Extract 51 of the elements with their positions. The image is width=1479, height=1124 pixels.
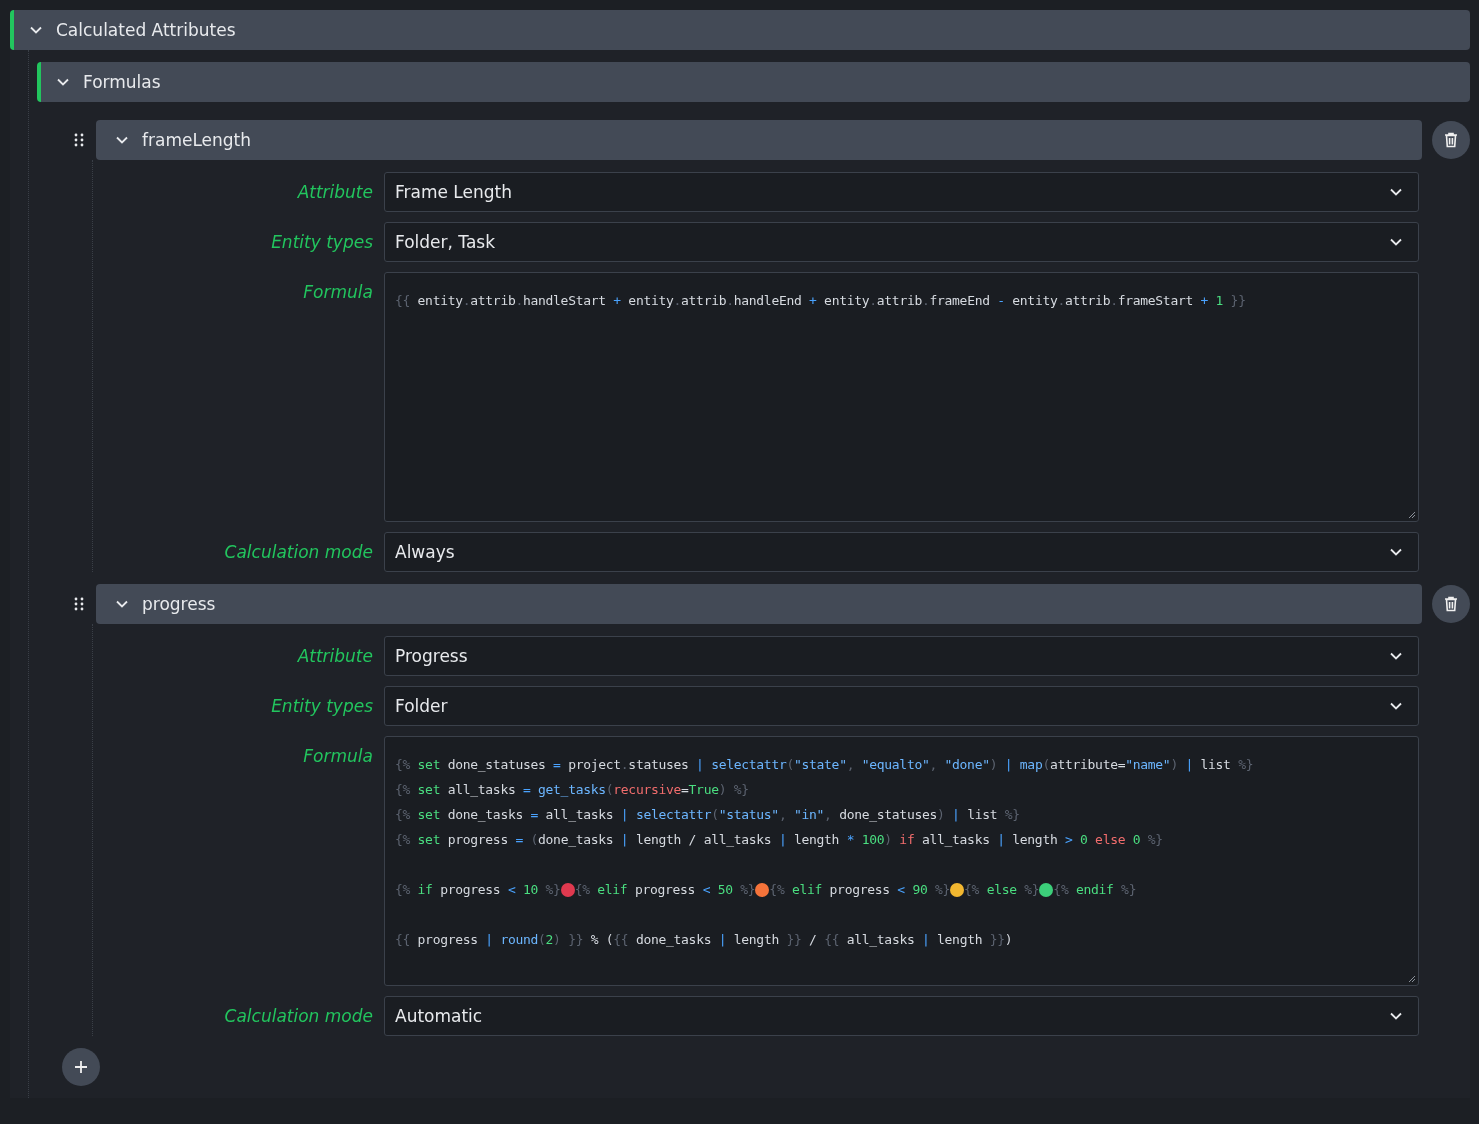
item-header[interactable]: frameLength xyxy=(96,120,1422,160)
resize-grip-icon[interactable] xyxy=(1408,975,1416,983)
field-label: Formula xyxy=(302,281,373,304)
caret-icon xyxy=(1390,702,1402,710)
delete-button[interactable] xyxy=(1432,585,1470,623)
chevron-icon xyxy=(116,136,128,144)
chevron-icon xyxy=(116,600,128,608)
item-title: progress xyxy=(142,594,216,614)
trash-icon xyxy=(1444,596,1458,612)
drag-handle-icon[interactable] xyxy=(74,597,84,611)
section-header[interactable]: Calculated Attributes xyxy=(10,10,1470,50)
item-header[interactable]: progress xyxy=(96,584,1422,624)
caret-icon xyxy=(1390,652,1402,660)
resize-grip-icon[interactable] xyxy=(1408,511,1416,519)
code-line: {% if progress < 10 %} {% elif progress < 50 %} {% elif progress < 90 %} {% else %} {% endif %} xyxy=(395,881,1138,899)
dropdown[interactable]: Folder, Task xyxy=(384,222,1419,262)
code-line: {% set progress = (done_tasks | length / all_tasks | length * 100) if all_tasks | length > 0 else 0 %} xyxy=(395,831,1164,849)
caret-icon xyxy=(1390,238,1402,246)
code-line: {% set done_tasks = all_tasks | selectattr("status", "in", done_statuses) | list %} xyxy=(395,806,1021,824)
field-label: Formula xyxy=(302,745,373,768)
field-label: Attribute xyxy=(296,181,373,204)
item-title: frameLength xyxy=(142,130,252,150)
dropdown[interactable]: Automatic xyxy=(384,996,1419,1036)
caret-icon xyxy=(1390,188,1402,196)
dropdown[interactable]: Always xyxy=(384,532,1419,572)
field-label: Calculation mode xyxy=(223,541,373,564)
drag-handle-icon[interactable] xyxy=(74,133,84,147)
section-title: Calculated Attributes xyxy=(56,20,236,40)
dropdown[interactable]: Folder xyxy=(384,686,1419,726)
group-header[interactable]: Formulas xyxy=(37,62,1470,102)
code-line: {% set all_tasks = get_tasks(recursive=True) %} xyxy=(395,781,750,799)
group-title: Formulas xyxy=(83,72,161,92)
code-editor[interactable] xyxy=(384,736,1419,986)
caret-icon xyxy=(1390,548,1402,556)
field-label: Entity types xyxy=(270,695,373,718)
plus-icon xyxy=(74,1060,88,1074)
chevron-icon xyxy=(30,26,42,34)
code-editor[interactable]: {{ entity.attrib.handleStart + entity.attrib.handleEnd + entity.attrib.frameEnd - entity.attrib.frameStart + 1 }} xyxy=(384,272,1419,522)
field-label: Calculation mode xyxy=(223,1005,373,1028)
trash-icon xyxy=(1444,132,1458,148)
code-line: {% set done_statuses = project.statuses | selectattr("state", "equalto", "done") | map(attribute="name") | list %} xyxy=(395,756,1255,774)
dropdown[interactable]: Frame Length xyxy=(384,172,1419,212)
chevron-icon xyxy=(57,78,69,86)
field-label: Entity types xyxy=(270,231,373,254)
code-line: {{ entity.attrib.handleStart + entity.attrib.handleEnd + entity.attrib.frameEnd - entity.attrib.frameStart + 1 }} xyxy=(395,292,1247,310)
add-button[interactable] xyxy=(62,1048,100,1086)
caret-icon xyxy=(1390,1012,1402,1020)
delete-button[interactable] xyxy=(1432,121,1470,159)
dropdown[interactable]: Progress xyxy=(384,636,1419,676)
field-label: Attribute xyxy=(296,645,373,668)
code-line: {{ progress | round(2) }} % ({{ done_tasks | length }} / {{ all_tasks | length }}) xyxy=(395,931,1014,949)
